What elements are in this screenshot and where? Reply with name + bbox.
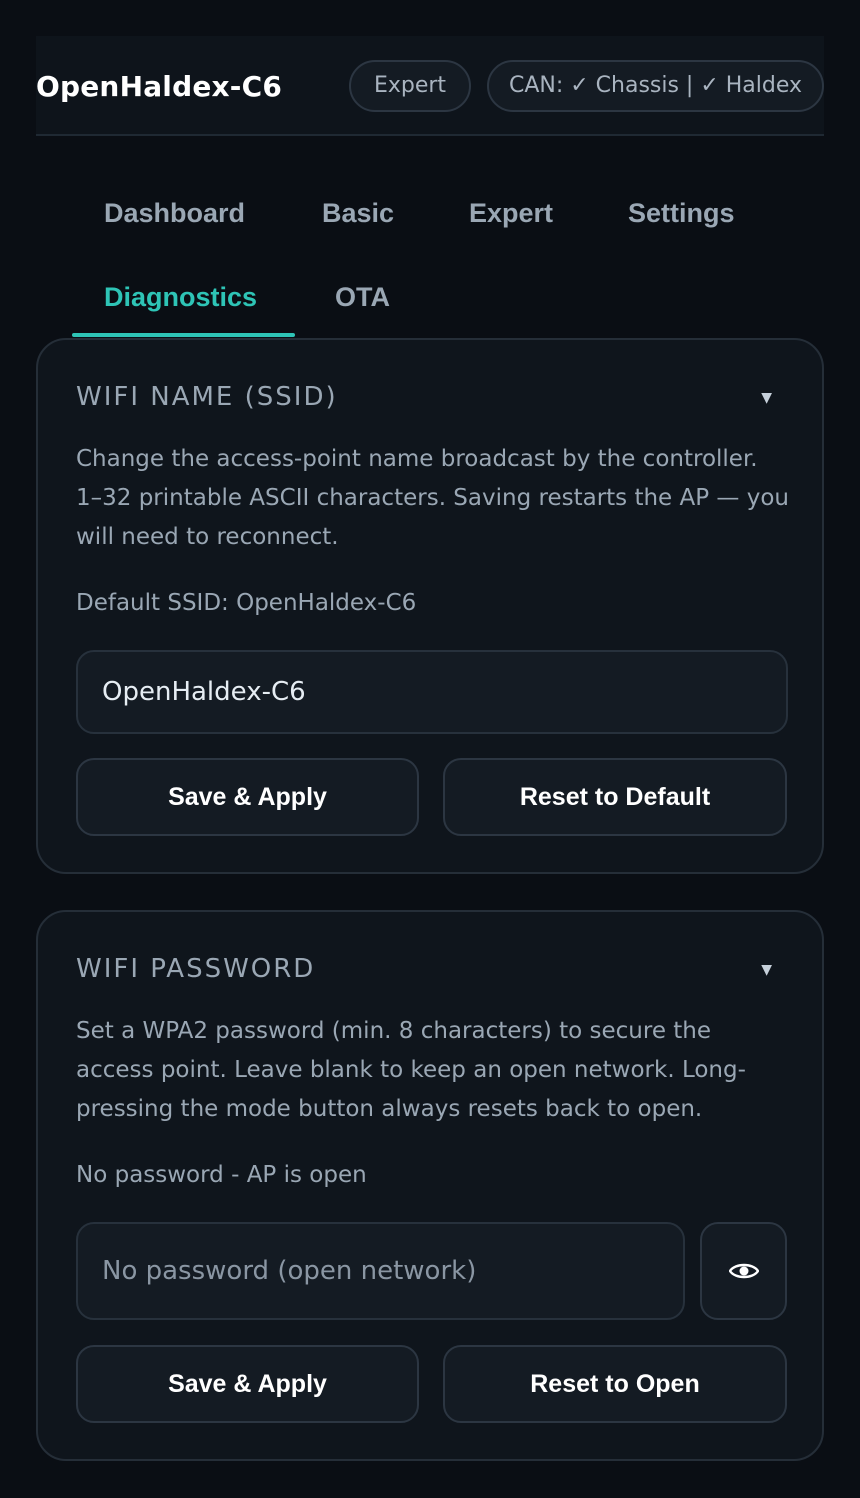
- wifi-password-description: Set a WPA2 password (min. 8 characters) …: [76, 1018, 746, 1122]
- mode-badge: Expert: [349, 60, 471, 112]
- default-ssid-note: Default SSID: OpenHaldex-C6: [76, 590, 417, 616]
- app-title: OpenHaldex-C6: [36, 70, 283, 103]
- tab-settings[interactable]: Settings: [628, 198, 735, 229]
- wifi-ssid-title[interactable]: WIFI NAME (SSID): [76, 382, 338, 412]
- active-tab-indicator: [72, 333, 295, 337]
- password-reset-button[interactable]: Reset to Open: [443, 1345, 787, 1423]
- top-header: OpenHaldex-C6 Expert CAN: ✓ Chassis | ✓ …: [36, 36, 824, 136]
- tab-diagnostics[interactable]: Diagnostics: [104, 282, 257, 313]
- eye-icon: [728, 1263, 759, 1279]
- wifi-password-card: WIFI PASSWORD ▼ Set a WPA2 password (min…: [36, 910, 824, 1461]
- password-status-note: No password - AP is open: [76, 1162, 367, 1188]
- wifi-password-title[interactable]: WIFI PASSWORD: [76, 954, 315, 984]
- ssid-save-button[interactable]: Save & Apply: [76, 758, 419, 836]
- ssid-reset-button[interactable]: Reset to Default: [443, 758, 787, 836]
- wifi-ssid-description: Change the access-point name broadcast b…: [76, 446, 789, 550]
- collapse-caret-icon[interactable]: ▼: [761, 962, 772, 978]
- collapse-caret-icon[interactable]: ▼: [761, 390, 772, 406]
- can-status-badge: CAN: ✓ Chassis | ✓ Haldex: [487, 60, 824, 112]
- password-save-button[interactable]: Save & Apply: [76, 1345, 419, 1423]
- tab-expert[interactable]: Expert: [469, 198, 553, 229]
- password-input[interactable]: [76, 1222, 685, 1320]
- tab-ota[interactable]: OTA: [335, 282, 390, 313]
- ssid-input[interactable]: [76, 650, 788, 734]
- tab-dashboard[interactable]: Dashboard: [104, 198, 245, 229]
- wifi-ssid-card: WIFI NAME (SSID) ▼ Change the access-poi…: [36, 338, 824, 874]
- tab-basic[interactable]: Basic: [322, 198, 394, 229]
- toggle-password-visibility-button[interactable]: [700, 1222, 787, 1320]
